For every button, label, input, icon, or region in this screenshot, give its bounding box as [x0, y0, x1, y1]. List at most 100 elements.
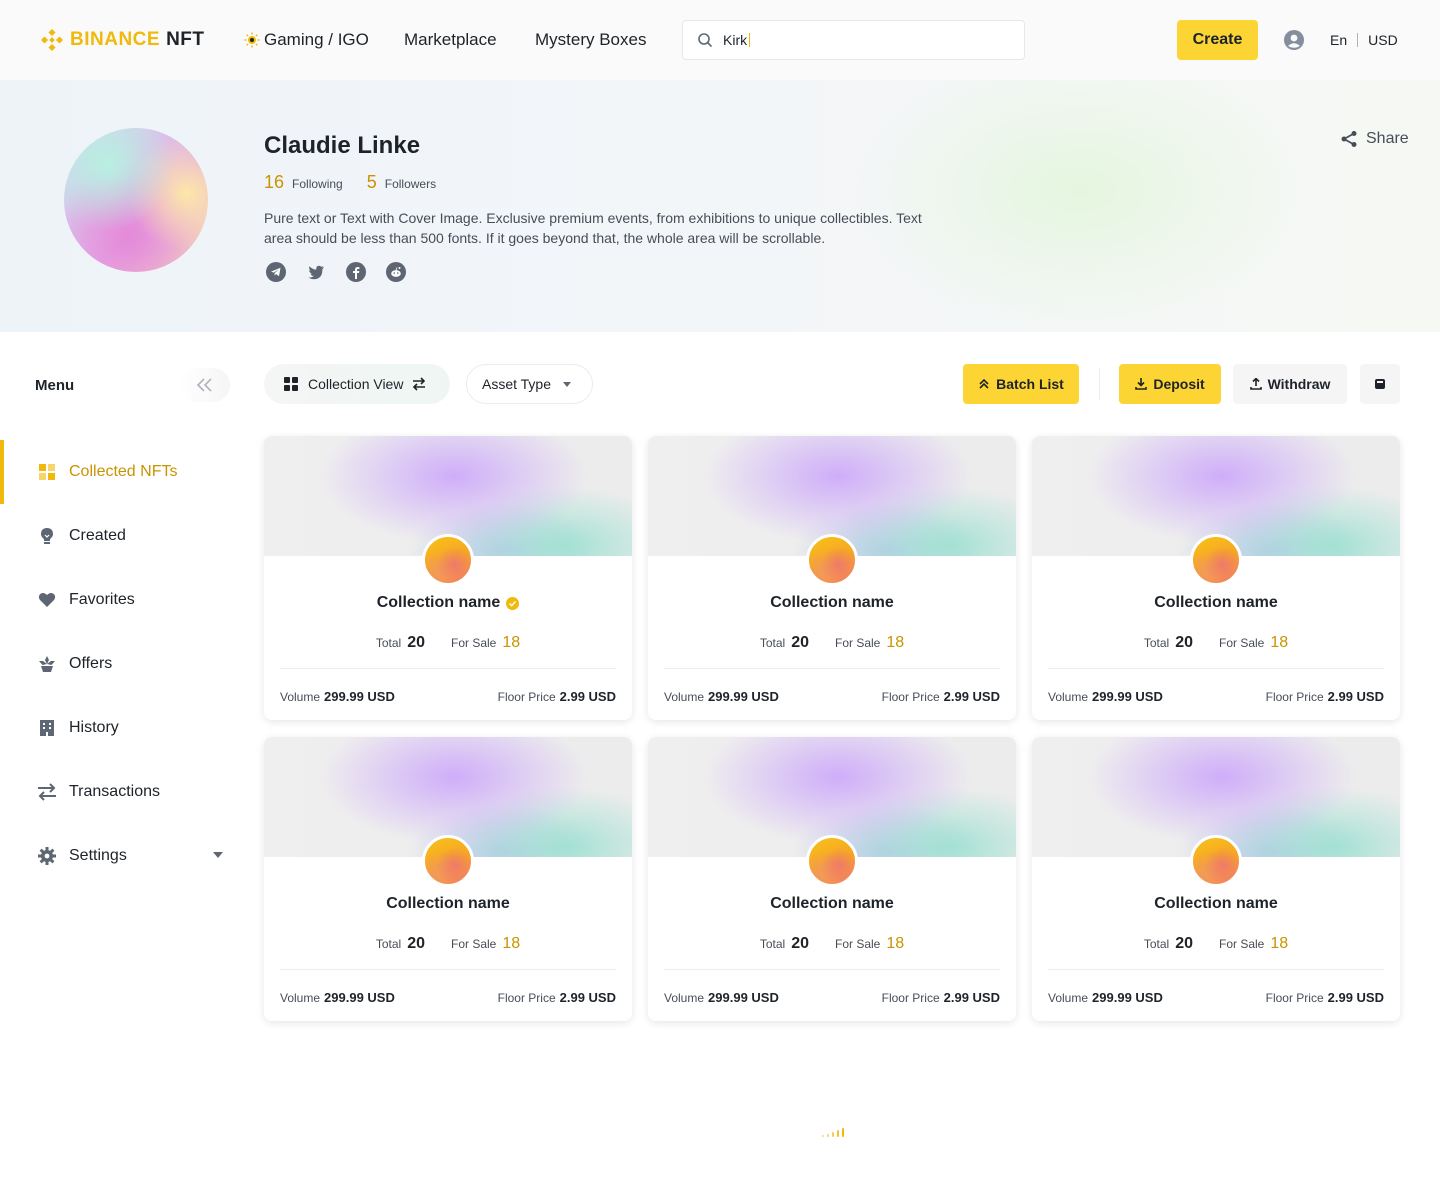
collection-stats: Total 20 For Sale 18	[1032, 634, 1400, 652]
sidebar-item-collected-nfts[interactable]: Collected NFTs	[0, 440, 240, 504]
sidebar-item-settings[interactable]: Settings	[0, 824, 240, 888]
binance-nft-logo[interactable]: BINANCE NFT	[40, 28, 205, 52]
language-currency-switch[interactable]: En USD	[1330, 32, 1398, 48]
collection-card[interactable]: Collection name Total 20 For Sale 18 Volume 29…	[1032, 737, 1400, 1021]
total-label: Total	[1143, 937, 1170, 951]
create-button[interactable]: Create	[1177, 20, 1258, 60]
floor-price-label: Floor Price	[881, 690, 940, 704]
wallet-button[interactable]	[1360, 364, 1400, 404]
user-center-link[interactable]: User Center	[1076, 32, 1151, 48]
floor-price-label: Floor Price	[1265, 690, 1324, 704]
top-header: BINANCE NFT Gaming / IGO Marketplace Myst…	[0, 0, 1440, 80]
floor-price-value: 2.99 USD	[1327, 689, 1384, 704]
total-label: Total	[759, 937, 786, 951]
collection-name: Collection name	[1154, 594, 1278, 611]
facebook-icon[interactable]	[346, 262, 366, 282]
batch-list-button[interactable]: Batch List	[963, 364, 1079, 404]
for-sale-count: 18	[886, 935, 905, 952]
collection-footer: Volume 299.99 USD Floor Price 2.99 USD	[664, 688, 1000, 706]
total-count: 20	[407, 634, 425, 651]
asset-type-dropdown[interactable]: Asset Type	[466, 364, 593, 404]
sidebar-item-favorites[interactable]: Favorites	[0, 568, 240, 632]
collection-logo	[422, 835, 474, 887]
collection-card[interactable]: Collection name Total 20 For Sale 18 Volume 29…	[648, 737, 1016, 1021]
floor-price-label: Floor Price	[497, 690, 556, 704]
withdraw-button[interactable]: Withdraw	[1233, 364, 1347, 404]
card-divider	[1048, 969, 1384, 970]
telegram-icon[interactable]	[266, 262, 286, 282]
logo-suffix: NFT	[166, 29, 205, 50]
sidebar-item-history[interactable]: History	[0, 696, 240, 760]
search-value: Kirk	[723, 32, 748, 48]
sidebar-item-label: Favorites	[69, 591, 135, 608]
floor-price-value: 2.99 USD	[943, 990, 1000, 1005]
loader-bar	[837, 1130, 839, 1137]
collection-logo	[1190, 835, 1242, 887]
for-sale-count: 18	[502, 634, 521, 651]
card-divider	[664, 668, 1000, 669]
twitter-icon[interactable]	[306, 262, 326, 282]
collapse-sidebar-button[interactable]	[180, 368, 230, 402]
gear-icon	[37, 846, 57, 866]
volume-label: Volume	[1048, 991, 1089, 1005]
grid-icon	[37, 462, 57, 482]
reddit-icon[interactable]	[386, 262, 406, 282]
upload-icon	[1249, 378, 1262, 390]
caret-down-icon	[563, 381, 572, 387]
collection-name: Collection name	[770, 895, 894, 912]
bulb-icon	[37, 526, 57, 546]
collection-logo	[422, 534, 474, 586]
volume-label: Volume	[664, 991, 705, 1005]
volume-value: 299.99 USD	[1092, 689, 1163, 704]
loader-bar	[827, 1134, 829, 1137]
sidebar-item-label: History	[69, 719, 119, 736]
language-label[interactable]: En	[1330, 32, 1347, 48]
collection-card[interactable]: Collection name Total 20 For Sale 18 Volume 29…	[264, 436, 632, 720]
volume-label: Volume	[280, 991, 321, 1005]
chevron-down-icon[interactable]	[213, 852, 223, 858]
total-label: Total	[759, 636, 786, 650]
collection-card[interactable]: Collection name Total 20 For Sale 18 Volume 29…	[648, 436, 1016, 720]
floor-price-value: 2.99 USD	[559, 689, 616, 704]
nav-gaming-igo-label: Gaming / IGO	[264, 30, 369, 49]
floor-price-value: 2.99 USD	[1327, 990, 1384, 1005]
sidebar-item-created[interactable]: Created	[0, 504, 240, 568]
followers-count[interactable]: 5	[367, 172, 377, 193]
user-avatar-icon[interactable]	[1284, 30, 1304, 50]
following-count[interactable]: 16	[264, 172, 284, 193]
toolbar-divider	[1099, 368, 1100, 400]
floor-price-label: Floor Price	[1265, 991, 1324, 1005]
asset-type-label: Asset Type	[482, 376, 552, 392]
sidebar-item-label: Collected NFTs	[69, 463, 178, 480]
nav-gaming-igo[interactable]: Gaming / IGO	[244, 30, 369, 50]
loading-indicator	[822, 1128, 844, 1137]
currency-label[interactable]: USD	[1368, 32, 1398, 48]
collection-view-toggle[interactable]: Collection View	[264, 364, 450, 404]
for-sale-label: For Sale	[835, 636, 881, 650]
collection-name: Collection name	[376, 594, 501, 611]
sidebar-item-label: Settings	[69, 847, 127, 864]
for-sale-count: 18	[1270, 935, 1289, 952]
nav-marketplace-label: Marketplace	[404, 30, 497, 49]
for-sale-count: 18	[1270, 634, 1289, 651]
nav-mystery-boxes[interactable]: Mystery Boxes	[535, 30, 646, 50]
sidebar-item-transactions[interactable]: Transactions	[0, 760, 240, 824]
collection-card[interactable]: Collection name Total 20 For Sale 18 Volume 29…	[264, 737, 632, 1021]
total-count: 20	[1175, 634, 1193, 651]
collection-footer: Volume 299.99 USD Floor Price 2.99 USD	[1048, 688, 1384, 706]
collection-card[interactable]: Collection name Total 20 For Sale 18 Volume 29…	[1032, 436, 1400, 720]
switch-icon	[413, 377, 426, 391]
followers-label[interactable]: Followers	[385, 177, 436, 191]
volume-value: 299.99 USD	[708, 990, 779, 1005]
following-label[interactable]: Following	[292, 177, 343, 191]
sidebar-item-offers[interactable]: Offers	[0, 632, 240, 696]
withdraw-label: Withdraw	[1267, 376, 1331, 392]
nav-marketplace[interactable]: Marketplace	[404, 30, 497, 50]
search-input[interactable]: Kirk	[682, 20, 1025, 60]
card-divider	[280, 668, 616, 669]
verified-badge-icon	[506, 596, 520, 610]
deposit-button[interactable]: Deposit	[1119, 364, 1221, 404]
collection-view-label: Collection View	[308, 376, 404, 392]
profile-avatar	[64, 128, 208, 272]
share-button[interactable]: Share	[1340, 130, 1409, 148]
